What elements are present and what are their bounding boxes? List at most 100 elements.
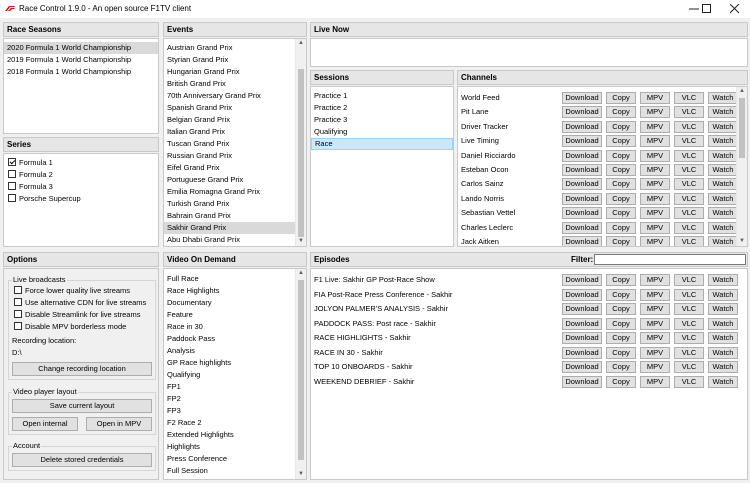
vlc-button[interactable]: VLC [674, 207, 704, 220]
download-button[interactable]: Download [562, 288, 602, 301]
watch-button[interactable]: Watch [708, 332, 738, 344]
download-button[interactable]: Download [562, 120, 602, 133]
copy-button[interactable]: Copy [606, 317, 636, 330]
copy-button[interactable]: Copy [606, 92, 636, 104]
vod-item[interactable]: Documentary [164, 297, 306, 309]
copy-button[interactable]: Copy [606, 135, 636, 148]
watch-button[interactable]: Watch [708, 149, 738, 162]
event-item[interactable]: Tuscan Grand Prix [164, 138, 306, 150]
option-checkbox-row[interactable]: Force lower quality live streams [8, 285, 156, 297]
vod-item[interactable]: Paddock Pass [164, 333, 306, 345]
scroll-down-icon[interactable]: ▼ [296, 470, 306, 479]
vlc-button[interactable]: VLC [674, 135, 704, 148]
vlc-button[interactable]: VLC [674, 120, 704, 133]
copy-button[interactable]: Copy [606, 236, 636, 246]
copy-button[interactable]: Copy [606, 288, 636, 301]
session-item[interactable]: Practice 3 [311, 114, 453, 126]
copy-button[interactable]: Copy [606, 178, 636, 191]
vod-item[interactable]: Extended Highlights [164, 429, 306, 441]
vlc-button[interactable]: VLC [674, 106, 704, 119]
series-checkbox-row[interactable]: Porsche Supercup [4, 193, 158, 205]
download-button[interactable]: Download [562, 164, 602, 176]
watch-button[interactable]: Watch [708, 346, 738, 359]
mpv-button[interactable]: MPV [640, 221, 670, 234]
checkbox-icon[interactable] [8, 158, 16, 166]
copy-button[interactable]: Copy [606, 164, 636, 176]
download-button[interactable]: Download [562, 332, 602, 344]
download-button[interactable]: Download [562, 221, 602, 234]
download-button[interactable]: Download [562, 178, 602, 191]
live-now-list[interactable] [310, 38, 748, 67]
vod-item[interactable]: FP3 [164, 405, 306, 417]
download-button[interactable]: Download [562, 106, 602, 119]
scroll-up-icon[interactable]: ▲ [296, 269, 306, 278]
mpv-button[interactable]: MPV [640, 92, 670, 104]
session-item[interactable]: Race [311, 138, 453, 150]
channels-list[interactable]: World Feed Download Copy MPV VLC Watch Pit Lan… [457, 86, 748, 247]
watch-button[interactable]: Watch [708, 375, 738, 388]
event-item[interactable]: Turkish Grand Prix [164, 198, 306, 210]
mpv-button[interactable]: MPV [640, 332, 670, 344]
checkbox-icon[interactable] [8, 182, 16, 190]
close-button[interactable] [720, 0, 750, 18]
checkbox-icon[interactable] [8, 194, 16, 202]
scroll-thumb[interactable] [298, 280, 304, 460]
event-item[interactable]: Austrian Grand Prix [164, 42, 306, 54]
series-checkbox-row[interactable]: Formula 2 [4, 169, 158, 181]
filter-input[interactable] [594, 254, 746, 265]
vlc-button[interactable]: VLC [674, 178, 704, 191]
race-seasons-list[interactable]: 2020 Formula 1 World Championship 2019 Fo… [3, 38, 159, 134]
mpv-button[interactable]: MPV [640, 178, 670, 191]
vod-item[interactable]: Race in 30 [164, 321, 306, 333]
vlc-button[interactable]: VLC [674, 288, 704, 301]
vlc-button[interactable]: VLC [674, 92, 704, 104]
vod-item[interactable]: Press Conference [164, 453, 306, 465]
scroll-down-icon[interactable]: ▼ [737, 237, 747, 246]
copy-button[interactable]: Copy [606, 106, 636, 119]
checkbox-icon[interactable] [14, 298, 22, 306]
watch-button[interactable]: Watch [708, 92, 738, 104]
vlc-button[interactable]: VLC [674, 149, 704, 162]
mpv-button[interactable]: MPV [640, 375, 670, 388]
scroll-up-icon[interactable]: ▲ [737, 87, 747, 96]
copy-button[interactable]: Copy [606, 120, 636, 133]
event-item[interactable]: Eifel Grand Prix [164, 162, 306, 174]
copy-button[interactable]: Copy [606, 274, 636, 286]
vod-item[interactable]: Qualifying [164, 369, 306, 381]
download-button[interactable]: Download [562, 149, 602, 162]
mpv-button[interactable]: MPV [640, 288, 670, 301]
maximize-button[interactable] [692, 0, 722, 18]
mpv-button[interactable]: MPV [640, 135, 670, 148]
events-list[interactable]: Austrian Grand Prix Styrian Grand Prix Hun… [163, 38, 307, 247]
watch-button[interactable]: Watch [708, 236, 738, 246]
mpv-button[interactable]: MPV [640, 317, 670, 330]
open-in-mpv-button[interactable]: Open in MPV [86, 417, 152, 431]
copy-button[interactable]: Copy [606, 149, 636, 162]
vod-scrollbar[interactable]: ▲ ▼ [295, 269, 306, 479]
watch-button[interactable]: Watch [708, 135, 738, 148]
vlc-button[interactable]: VLC [674, 192, 704, 205]
event-item[interactable]: Russian Grand Prix [164, 150, 306, 162]
event-item[interactable]: Hungarian Grand Prix [164, 66, 306, 78]
watch-button[interactable]: Watch [708, 207, 738, 220]
mpv-button[interactable]: MPV [640, 120, 670, 133]
open-internal-button[interactable]: Open internal [12, 417, 78, 431]
vlc-button[interactable]: VLC [674, 303, 704, 315]
events-scrollbar[interactable]: ▲ ▼ [295, 39, 306, 246]
watch-button[interactable]: Watch [708, 221, 738, 234]
vlc-button[interactable]: VLC [674, 221, 704, 234]
mpv-button[interactable]: MPV [640, 164, 670, 176]
vod-list[interactable]: Full Race Race Highlights Documentary Featu… [163, 268, 307, 480]
checkbox-icon[interactable] [14, 322, 22, 330]
vod-item[interactable]: Full Race [164, 273, 306, 285]
checkbox-icon[interactable] [14, 310, 22, 318]
watch-button[interactable]: Watch [708, 361, 738, 373]
mpv-button[interactable]: MPV [640, 361, 670, 373]
session-item[interactable]: Qualifying [311, 126, 453, 138]
vod-item[interactable]: GP Race highlights [164, 357, 306, 369]
vlc-button[interactable]: VLC [674, 361, 704, 373]
download-button[interactable]: Download [562, 92, 602, 104]
copy-button[interactable]: Copy [606, 303, 636, 315]
series-list[interactable]: Formula 1 Formula 2 Formula 3 Porsche Super… [3, 153, 159, 247]
checkbox-icon[interactable] [14, 286, 22, 294]
